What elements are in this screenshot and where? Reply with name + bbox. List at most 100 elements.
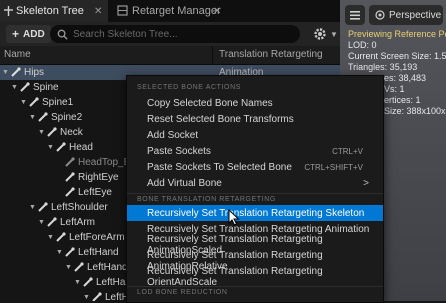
viewport-info-line: LOD: 0 xyxy=(348,40,377,50)
bone-icon xyxy=(38,202,48,212)
chevron-down-icon[interactable]: ▼ xyxy=(55,249,64,256)
menu-divider xyxy=(127,286,383,287)
menu-item-reset-selected-bone-transforms[interactable]: Reset Selected Bone Transforms xyxy=(127,111,383,127)
mouse-cursor-icon xyxy=(228,209,240,226)
menu-item-shortcut: CTRL+V xyxy=(332,146,363,156)
tree-row-label: LeftHand xyxy=(78,247,119,258)
viewport-info-line: Size: 388x100x5 xyxy=(384,106,446,116)
column-name[interactable]: Name xyxy=(4,49,31,60)
menu-item-label: Paste Sockets To Selected Bone xyxy=(147,161,292,173)
bone-icon xyxy=(11,67,21,77)
bone-icon xyxy=(56,142,66,152)
bone-icon xyxy=(47,217,57,227)
column-header: Name Translation Retargeting xyxy=(0,46,340,65)
column-divider[interactable] xyxy=(212,46,213,64)
viewport-info-line: es: 38,483 xyxy=(384,73,427,83)
tab-label: Retarget Manager xyxy=(132,5,221,17)
bone-icon xyxy=(20,82,30,92)
chevron-down-icon[interactable]: ▼ xyxy=(330,30,338,39)
bone-icon xyxy=(29,97,39,107)
bone-icon xyxy=(65,157,75,167)
menu-section-header: LOD BONE REDUCTION xyxy=(137,289,228,296)
tree-row-label: Spine2 xyxy=(51,112,83,123)
tree-row-label: Spine1 xyxy=(42,97,74,108)
bone-icon xyxy=(83,277,93,287)
perspective-label: Perspective xyxy=(389,9,442,21)
menu-section-header: SELECTED BONE ACTIONS xyxy=(137,84,242,91)
hamburger-icon xyxy=(350,11,360,20)
viewport-info-line: Triangles: 35,193 xyxy=(348,62,418,72)
menu-item-add-socket[interactable]: Add Socket xyxy=(127,127,383,143)
tree-row-label: LeftForeArm xyxy=(69,232,125,243)
tree-row-label: LeftArm xyxy=(60,217,96,228)
chevron-down-icon[interactable]: ▼ xyxy=(28,114,37,121)
tree-row-label: LeftShoulder xyxy=(51,202,108,213)
column-translation-retargeting[interactable]: Translation Retargeting xyxy=(219,49,323,60)
search-input[interactable]: Search Skeleton Tree... xyxy=(50,25,300,43)
chevron-down-icon[interactable]: ▼ xyxy=(37,219,46,226)
menu-item-label: Paste Sockets xyxy=(147,145,211,157)
menu-item-add-virtual-bone[interactable]: Add Virtual Bone > xyxy=(127,175,383,191)
chevron-down-icon[interactable]: ▼ xyxy=(10,84,19,91)
search-icon xyxy=(57,29,68,40)
chevron-down-icon[interactable]: ▼ xyxy=(28,204,37,211)
tree-row-label: RightEye xyxy=(78,172,119,183)
plus-icon: + xyxy=(12,27,20,41)
tab-skeleton-tree[interactable]: Skeleton Tree ✕ xyxy=(0,0,108,22)
bone-icon xyxy=(38,112,48,122)
chevron-down-icon[interactable]: ▼ xyxy=(82,294,91,301)
toolbar: + ADD Search Skeleton Tree... ▼ xyxy=(0,22,340,46)
tab-label: Skeleton Tree xyxy=(16,5,84,17)
menu-item-label: Recursively Set Translation Retargeting … xyxy=(147,266,323,288)
bone-icon xyxy=(74,262,84,272)
chevron-down-icon[interactable]: ▼ xyxy=(73,279,82,286)
perspective-icon xyxy=(375,10,385,20)
tree-row-label: Neck xyxy=(60,127,83,138)
bone-icon xyxy=(47,127,57,137)
tree-row-label: Spine xyxy=(33,82,59,93)
gear-icon[interactable] xyxy=(312,26,328,42)
menu-item-copy-selected-bone-names[interactable]: Copy Selected Bone Names xyxy=(127,95,383,111)
menu-item-paste-sockets-to-selected-bone[interactable]: Paste Sockets To Selected Bone CTRL+SHIF… xyxy=(127,159,383,175)
menu-item-label: Recursively Set Translation Retargeting … xyxy=(147,223,370,235)
context-menu: SELECTED BONE ACTIONS Copy Selected Bone… xyxy=(126,75,384,303)
menu-item-label: Reset Selected Bone Transforms xyxy=(147,113,294,125)
viewport-info-line: Vs: 1 xyxy=(384,84,405,94)
tree-row-label: Head xyxy=(69,142,93,153)
menu-item-label: Recursively Set Translation Retargeting … xyxy=(147,207,365,219)
menu-section-header: BONE TRANSLATION RETARGETING xyxy=(137,196,276,203)
chevron-down-icon[interactable]: ▼ xyxy=(37,129,46,136)
close-icon[interactable]: ✕ xyxy=(213,6,221,17)
bone-icon xyxy=(56,232,66,242)
menu-item-set-retargeting-orient-and-scale[interactable]: Recursively Set Translation Retargeting … xyxy=(127,266,383,288)
viewport-info-line: Current Screen Size: 1.5 xyxy=(348,51,446,61)
menu-divider xyxy=(127,193,383,194)
close-icon[interactable]: ✕ xyxy=(94,6,102,17)
viewport-info-line: ertices: 1 xyxy=(384,95,421,105)
bone-icon xyxy=(92,292,102,301)
tree-row-label: Hips xyxy=(24,67,45,78)
chevron-down-icon[interactable]: ▼ xyxy=(1,69,10,76)
tab-retarget-manager[interactable]: Retarget Manager ✕ xyxy=(110,0,340,22)
chevron-down-icon[interactable]: ▼ xyxy=(19,99,28,106)
chevron-right-icon: > xyxy=(363,177,369,189)
add-button[interactable]: + ADD xyxy=(6,25,51,43)
menu-item-label: Add Virtual Bone xyxy=(147,177,222,189)
menu-item-shortcut: CTRL+SHIFT+V xyxy=(304,162,363,172)
retarget-icon xyxy=(117,5,128,16)
viewport-info-line: Previewing Reference Po xyxy=(348,29,446,39)
bone-icon xyxy=(65,172,75,182)
viewport-menu-button[interactable] xyxy=(345,5,365,25)
perspective-button[interactable]: Perspective xyxy=(369,5,443,25)
chevron-down-icon[interactable]: ▼ xyxy=(46,144,55,151)
search-placeholder: Search Skeleton Tree... xyxy=(73,28,178,40)
menu-item-paste-sockets[interactable]: Paste Sockets CTRL+V xyxy=(127,143,383,159)
menu-item-label: Copy Selected Bone Names xyxy=(147,97,273,109)
skeleton-icon xyxy=(4,6,13,16)
bone-icon xyxy=(65,247,75,257)
bone-icon xyxy=(65,187,75,197)
chevron-down-icon[interactable]: ▼ xyxy=(46,234,55,241)
menu-item-set-retargeting-skeleton[interactable]: Recursively Set Translation Retargeting … xyxy=(127,205,383,221)
menu-item-label: Add Socket xyxy=(147,129,199,141)
chevron-down-icon[interactable]: ▼ xyxy=(64,264,73,271)
